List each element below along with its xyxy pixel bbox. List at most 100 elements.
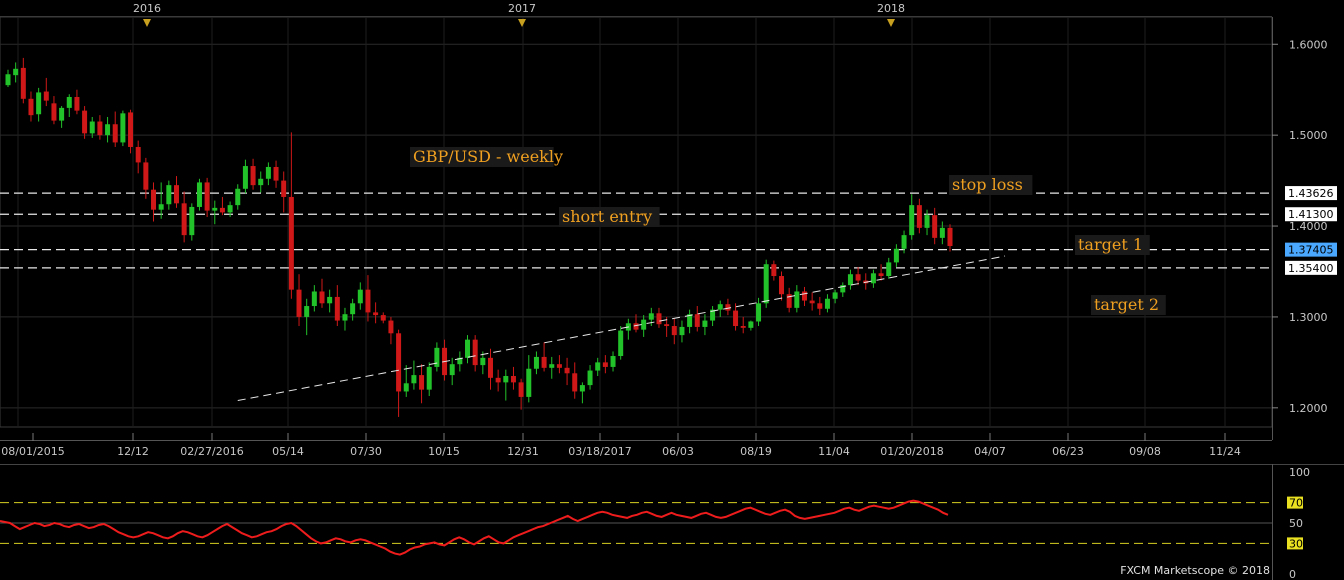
price-axis: 1.2000 1.3000 1.4000 1.5000 1.6000 1.43626 1.4… [1272, 17, 1337, 440]
candle-body [28, 98, 34, 116]
candle-body [20, 67, 26, 99]
candle-body [219, 207, 225, 213]
candle-body [13, 68, 19, 76]
candle-body [480, 357, 486, 366]
candle-body [319, 291, 325, 304]
candle-body [832, 292, 838, 299]
candle-body [128, 112, 134, 147]
time-axis: 08/01/2015 12/12 02/27/2016 05/14 07/30 10/15… [0, 433, 1272, 458]
time-tick-label: 12/31 [507, 445, 539, 458]
candle-body [909, 205, 915, 236]
candle-body [204, 182, 210, 211]
rsi-panel: 100 70 50 30 0 [0, 464, 1344, 580]
candle-body [847, 274, 853, 286]
candle-body [779, 276, 785, 295]
candle-body [824, 298, 830, 309]
level-tag-label: 1.43626 [1288, 187, 1334, 200]
time-tick-label: 08/01/2015 [1, 445, 64, 458]
candle-body [809, 300, 815, 304]
candle-body [59, 107, 65, 121]
time-tick-label: 05/14 [272, 445, 304, 458]
rsi-tick-label: 30 [1289, 537, 1303, 550]
time-tick-label: 11/04 [818, 445, 850, 458]
time-tick-label: 01/20/2018 [880, 445, 943, 458]
candle-body [602, 362, 608, 367]
candle-body [250, 166, 256, 186]
candle-body [281, 180, 287, 197]
candle-body [733, 310, 739, 327]
candle-body [120, 113, 126, 143]
candle-body [434, 347, 440, 367]
candle-body [36, 92, 42, 115]
candle-body [794, 291, 800, 308]
candle-body [235, 188, 241, 206]
rsi-tick-label: 0 [1289, 568, 1296, 580]
annotation-label: target 2 [1094, 295, 1159, 314]
price-grid [0, 0, 1344, 428]
candle-body [717, 304, 723, 310]
candle-body [817, 303, 823, 309]
candle-body [664, 324, 670, 327]
candle-body [541, 356, 547, 368]
candle-body [756, 303, 762, 322]
candle-body [610, 356, 616, 367]
year-marker-label: 2017 [508, 2, 536, 15]
time-tick-label: 06/03 [662, 445, 694, 458]
candle-body [273, 166, 279, 181]
candle-body [66, 96, 72, 108]
candle-body [143, 162, 149, 190]
candle-body [503, 376, 509, 383]
candle-body [886, 262, 892, 277]
candle-body [403, 383, 409, 392]
candle-body [947, 227, 953, 247]
candle-body [526, 368, 532, 397]
candle-body [43, 91, 49, 101]
candle-body [135, 146, 141, 163]
candle-body [196, 182, 202, 207]
candle-body [265, 166, 271, 179]
candle-body [357, 289, 363, 304]
candle-body [419, 375, 425, 390]
candle-body [342, 314, 348, 321]
candle-body [870, 273, 876, 284]
candle-body [518, 382, 524, 397]
candle-body [855, 274, 861, 281]
time-tick-label: 07/30 [350, 445, 382, 458]
time-tick-label: 03/18/2017 [568, 445, 631, 458]
candle-body [510, 376, 516, 383]
candle-body [587, 370, 593, 386]
candle-body [227, 205, 233, 213]
rsi-tick-label: 70 [1289, 497, 1303, 510]
annotation-label: stop loss [952, 175, 1023, 194]
candle-body [694, 314, 700, 327]
candle-body [633, 323, 639, 330]
time-tick-label: 08/19 [740, 445, 772, 458]
candle-body [288, 196, 294, 290]
candle-body [556, 364, 562, 368]
level-tag-label: 1.41300 [1288, 208, 1334, 221]
candle-body [763, 264, 769, 304]
year-marker-label: 2016 [133, 2, 161, 15]
candle-body [296, 289, 302, 317]
candle-body [472, 339, 478, 366]
candle-body [181, 203, 187, 236]
candle-body [334, 296, 340, 321]
candle-body [242, 166, 248, 189]
candle-body [549, 364, 555, 368]
level-tag-label: 1.37405 [1288, 244, 1334, 257]
candle-body [258, 178, 264, 186]
candle-body [740, 326, 746, 328]
price-tick-label: 1.2000 [1289, 402, 1328, 415]
credit-text: FXCM Marketscope © 2018 [1120, 564, 1270, 577]
candle-body [105, 124, 111, 136]
candle-body [51, 103, 57, 121]
candle-body [533, 356, 539, 369]
annotation-label: short entry [562, 207, 652, 226]
price-tick-label: 1.4000 [1289, 220, 1328, 233]
candle-body [487, 357, 493, 378]
price-tick-label: 1.5000 [1289, 129, 1328, 142]
annotation-label-group: short entry [559, 207, 660, 227]
rsi-tick-label: 50 [1289, 517, 1303, 530]
candle-body [173, 185, 179, 204]
candle-body [771, 264, 777, 277]
